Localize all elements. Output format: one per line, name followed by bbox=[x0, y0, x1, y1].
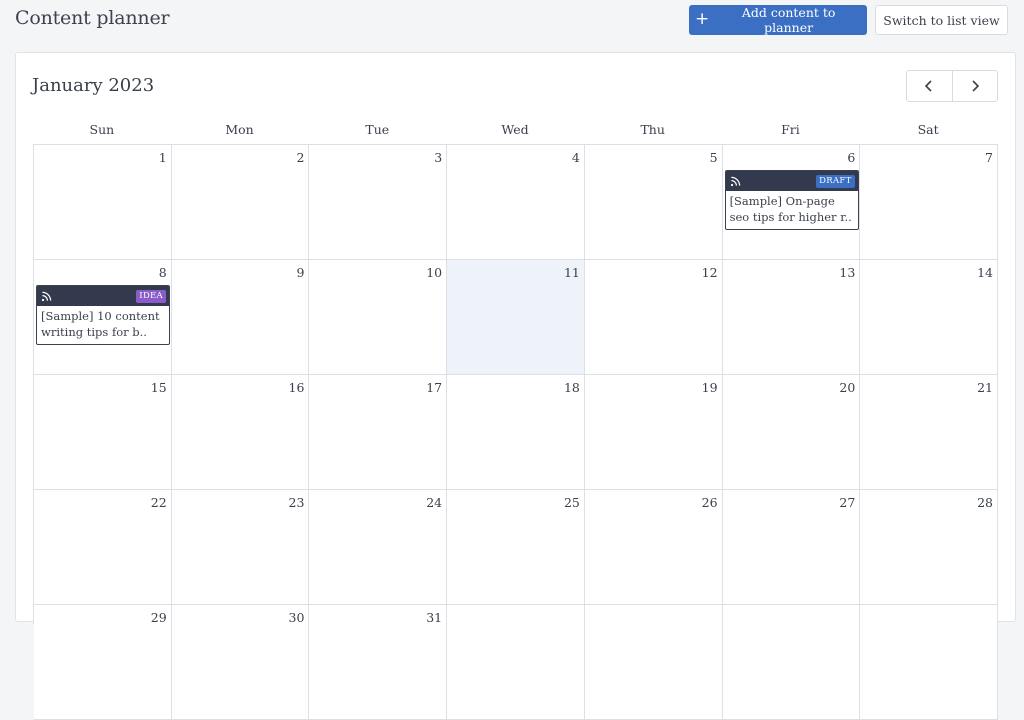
event-title: [Sample] On-page seo tips for higher r.. bbox=[729, 194, 852, 224]
chevron-left-icon bbox=[925, 80, 932, 92]
day-number: 8 bbox=[158, 265, 167, 280]
day-number: 24 bbox=[426, 495, 443, 510]
day-cell[interactable]: 24 bbox=[309, 490, 448, 605]
next-month-button[interactable] bbox=[951, 71, 998, 101]
day-cell[interactable]: 7 bbox=[860, 145, 998, 260]
day-number: 13 bbox=[839, 265, 856, 280]
rss-icon bbox=[41, 291, 52, 301]
day-number: 19 bbox=[701, 380, 718, 395]
day-cell[interactable] bbox=[722, 605, 861, 720]
day-cell[interactable]: 10 bbox=[309, 260, 448, 375]
day-cell[interactable]: 14 bbox=[860, 260, 998, 375]
day-cell[interactable]: 8 IDEA [Sample] 10 content writing tips … bbox=[34, 260, 172, 375]
status-badge: DRAFT bbox=[816, 174, 855, 188]
page-title: Content planner bbox=[15, 7, 170, 29]
day-cell[interactable] bbox=[860, 605, 998, 720]
day-number: 18 bbox=[563, 380, 580, 395]
day-number: 4 bbox=[571, 150, 580, 165]
add-content-button[interactable]: + Add content to planner bbox=[689, 5, 867, 35]
day-cell[interactable]: 6 DRAFT [Sample] On-page seo tips for hi… bbox=[722, 145, 861, 260]
day-cell[interactable]: 27 bbox=[722, 490, 861, 605]
rss-icon bbox=[730, 176, 740, 186]
day-cell[interactable] bbox=[584, 605, 723, 720]
day-number: 6 bbox=[847, 150, 856, 165]
plus-icon: + bbox=[695, 8, 710, 29]
day-cell[interactable]: 5 bbox=[584, 145, 723, 260]
day-number: 20 bbox=[839, 380, 856, 395]
day-cell[interactable]: 16 bbox=[171, 375, 310, 490]
day-number: 16 bbox=[288, 380, 305, 395]
day-cell-today[interactable]: 11 bbox=[447, 260, 585, 375]
day-cell[interactable]: 25 bbox=[447, 490, 585, 605]
day-number: 3 bbox=[434, 150, 443, 165]
day-cell[interactable]: 21 bbox=[860, 375, 998, 490]
day-cell[interactable]: 1 bbox=[34, 145, 172, 260]
event-card[interactable]: IDEA [Sample] 10 content writing tips fo… bbox=[36, 285, 170, 345]
weekday-label: Tue bbox=[365, 122, 390, 137]
chevron-right-icon bbox=[972, 80, 979, 92]
day-number: 1 bbox=[158, 150, 167, 165]
day-number: 5 bbox=[709, 150, 718, 165]
day-cell[interactable]: 2 bbox=[171, 145, 310, 260]
day-cell[interactable]: 20 bbox=[722, 375, 861, 490]
day-cell[interactable]: 15 bbox=[34, 375, 172, 490]
day-cell[interactable]: 31 bbox=[309, 605, 448, 720]
day-number: 25 bbox=[563, 495, 580, 510]
weekday-label: Fri bbox=[781, 122, 800, 137]
day-number: 30 bbox=[288, 610, 305, 625]
day-cell[interactable]: 4 bbox=[447, 145, 585, 260]
event-card[interactable]: DRAFT [Sample] On-page seo tips for high… bbox=[724, 170, 859, 230]
day-cell[interactable]: 29 bbox=[34, 605, 172, 720]
day-cell[interactable]: 19 bbox=[584, 375, 723, 490]
month-navigation bbox=[906, 70, 998, 102]
day-cell[interactable]: 28 bbox=[860, 490, 998, 605]
day-cell[interactable]: 30 bbox=[171, 605, 310, 720]
day-number: 7 bbox=[985, 150, 993, 165]
event-card-header: DRAFT bbox=[725, 171, 858, 191]
day-number: 2 bbox=[296, 150, 305, 165]
weekday-label: Wed bbox=[501, 122, 529, 137]
day-number: 26 bbox=[701, 495, 718, 510]
day-number: 28 bbox=[977, 495, 993, 510]
day-number: 14 bbox=[977, 265, 993, 280]
day-number: 9 bbox=[296, 265, 305, 280]
day-number: 10 bbox=[426, 265, 443, 280]
day-number: 31 bbox=[426, 610, 443, 625]
day-cell[interactable]: 18 bbox=[447, 375, 585, 490]
day-cell[interactable]: 17 bbox=[309, 375, 448, 490]
calendar-grid: 1 2 3 4 5 6 DRAFT [Sample] On-page seo t… bbox=[33, 144, 998, 720]
status-badge: IDEA bbox=[136, 289, 166, 303]
day-cell[interactable]: 9 bbox=[171, 260, 310, 375]
event-card-header: IDEA bbox=[37, 286, 169, 306]
weekday-header: Sun Mon Tue Wed Thu Fri Sat bbox=[33, 120, 997, 144]
day-number: 29 bbox=[150, 610, 167, 625]
day-cell[interactable]: 22 bbox=[34, 490, 172, 605]
day-number: 15 bbox=[150, 380, 167, 395]
add-content-label: Add content to planner bbox=[741, 5, 836, 35]
day-number: 17 bbox=[426, 380, 443, 395]
weekday-label: Mon bbox=[225, 122, 254, 137]
day-number: 21 bbox=[977, 380, 993, 395]
month-title: January 2023 bbox=[32, 75, 155, 96]
weekday-label: Sat bbox=[917, 122, 939, 137]
day-cell[interactable]: 23 bbox=[171, 490, 310, 605]
event-title: [Sample] 10 content writing tips for b.. bbox=[41, 309, 160, 339]
day-cell[interactable]: 13 bbox=[722, 260, 861, 375]
day-number: 11 bbox=[563, 265, 580, 280]
prev-month-button[interactable] bbox=[907, 71, 952, 101]
day-number: 27 bbox=[839, 495, 856, 510]
day-number: 22 bbox=[150, 495, 167, 510]
day-cell[interactable]: 3 bbox=[309, 145, 448, 260]
day-cell[interactable]: 12 bbox=[584, 260, 723, 375]
day-cell[interactable]: 26 bbox=[584, 490, 723, 605]
day-number: 23 bbox=[288, 495, 305, 510]
switch-to-list-view-button[interactable]: Switch to list view bbox=[875, 5, 1008, 35]
day-cell[interactable] bbox=[447, 605, 585, 720]
weekday-label: Thu bbox=[640, 122, 665, 137]
weekday-label: Sun bbox=[89, 122, 115, 137]
day-number: 12 bbox=[701, 265, 718, 280]
